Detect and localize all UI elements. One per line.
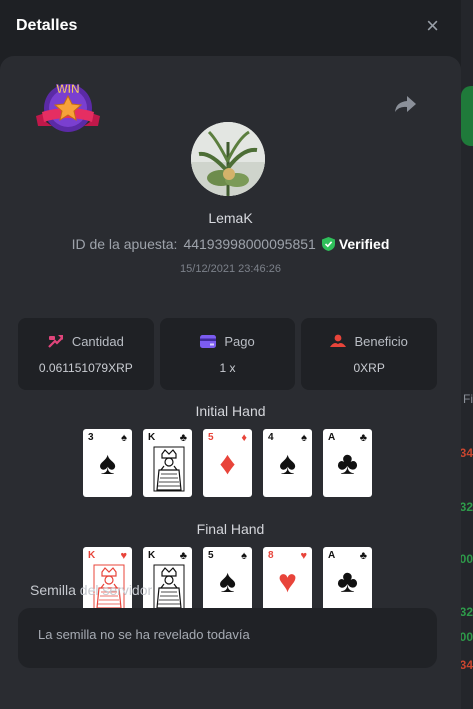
verified-label: Verified xyxy=(338,236,390,252)
initial-hand-cards: 3 ♠ ♠ K ♣ 5 ♦ ♦ 4 ♠ ♠ A ♣ ♣ xyxy=(83,429,372,497)
card-suit-small: ♠ xyxy=(121,432,127,444)
card-suit-large: ♣ xyxy=(337,563,358,599)
avatar xyxy=(191,122,265,196)
bet-stats: Cantidad 0.061151079XRP Pago 1 x Benefic… xyxy=(18,318,438,390)
playing-card: K ♣ xyxy=(143,429,192,497)
background-text-fragment: 00 xyxy=(459,552,473,566)
profit-icon xyxy=(330,334,347,347)
bet-datetime: 15/12/2021 23:46:26 xyxy=(180,263,281,275)
stat-profit: Beneficio 0XRP xyxy=(301,318,438,390)
stat-amount-label: Cantidad xyxy=(71,333,124,349)
stat-payout-value: 1 x xyxy=(219,360,236,375)
card-suit-small: ♥ xyxy=(120,550,127,562)
background-text-fragment: Fi xyxy=(463,392,473,406)
card-suit-small: ♣ xyxy=(179,432,187,444)
card-suit-small: ♣ xyxy=(359,550,367,562)
win-badge-text: WIN xyxy=(56,82,79,96)
card-suit-large: ♠ xyxy=(99,445,116,481)
playing-card: K ♥ xyxy=(83,547,132,615)
background-text-fragment: 00 xyxy=(459,630,473,644)
card-suit-large: ♣ xyxy=(337,445,358,481)
amount-icon xyxy=(48,335,63,348)
modal-header: Detalles × xyxy=(0,0,461,52)
stat-amount-value: 0.061151079XRP xyxy=(38,360,133,375)
modal-title: Detalles xyxy=(16,17,78,34)
username: LemaK xyxy=(208,210,253,226)
server-seed-label: Semilla del servidor xyxy=(30,582,153,598)
card-suit-large: ♥ xyxy=(278,563,297,599)
playing-card: A ♣ ♣ xyxy=(323,547,372,615)
playing-card: A ♣ ♣ xyxy=(323,429,372,497)
stat-profit-value: 0XRP xyxy=(353,360,385,375)
bet-id-label: ID de la apuesta: xyxy=(71,236,178,252)
verified-badge: Verified xyxy=(321,236,390,252)
stat-profit-label: Beneficio xyxy=(354,333,408,349)
background-text-fragment: 34 xyxy=(459,658,473,672)
king-face-icon xyxy=(153,564,185,610)
final-hand-title: Final Hand xyxy=(196,521,265,537)
background-text-fragment: 32 xyxy=(459,500,473,514)
background-green-tab xyxy=(461,86,473,146)
playing-card: 5 ♦ ♦ xyxy=(203,429,252,497)
card-suit-small: ♣ xyxy=(359,432,367,444)
playing-card: 8 ♥ ♥ xyxy=(263,547,312,615)
card-suit-large: ♠ xyxy=(279,445,296,481)
card-rank: 5 xyxy=(208,432,214,443)
card-suit-large: ♦ xyxy=(219,445,236,481)
shield-check-icon xyxy=(321,237,335,251)
bet-details-modal: Detalles × WIN LemaK ID de la apuesta: 4… xyxy=(0,0,461,709)
card-rank: K xyxy=(148,550,156,561)
card-suit-small: ♠ xyxy=(241,550,247,562)
payout-card-icon xyxy=(200,334,217,348)
card-suit-small: ♥ xyxy=(300,550,307,562)
card-rank: 5 xyxy=(208,550,214,561)
card-rank: 8 xyxy=(268,550,274,561)
card-rank: K xyxy=(148,432,156,443)
card-rank: 4 xyxy=(268,432,274,443)
playing-card: K ♣ xyxy=(143,547,192,615)
card-rank: A xyxy=(328,432,336,443)
card-rank: A xyxy=(328,550,336,561)
card-rank: 3 xyxy=(88,432,94,443)
bet-id-row: ID de la apuesta: 44193998000095851 Veri… xyxy=(0,236,461,252)
card-suit-small: ♠ xyxy=(301,432,307,444)
background-text-fragment: 34 xyxy=(459,446,473,460)
background-text-fragment: 32 xyxy=(459,605,473,619)
server-seed-field: La semilla no se ha revelado todavía xyxy=(18,608,437,668)
card-suit-small: ♣ xyxy=(179,550,187,562)
card-rank: K xyxy=(88,550,96,561)
final-hand-cards: K ♥ K ♣ 5 ♠ ♠ 8 ♥ ♥ A ♣ ♣ xyxy=(83,547,372,615)
stat-payout-label: Pago xyxy=(224,333,255,349)
card-suit-large: ♠ xyxy=(219,563,236,599)
king-face-icon xyxy=(153,446,185,492)
playing-card: 5 ♠ ♠ xyxy=(203,547,252,615)
win-badge-icon: WIN xyxy=(36,82,100,132)
initial-hand-title: Initial Hand xyxy=(195,403,266,419)
share-icon[interactable] xyxy=(393,94,417,114)
playing-card: 3 ♠ ♠ xyxy=(83,429,132,497)
bet-id-value: 44193998000095851 xyxy=(183,236,316,252)
stat-payout: Pago 1 x xyxy=(159,318,296,390)
close-icon[interactable]: × xyxy=(426,15,439,37)
playing-card: 4 ♠ ♠ xyxy=(263,429,312,497)
card-suit-small: ♦ xyxy=(241,432,247,444)
stat-amount: Cantidad 0.061151079XRP xyxy=(18,318,154,390)
